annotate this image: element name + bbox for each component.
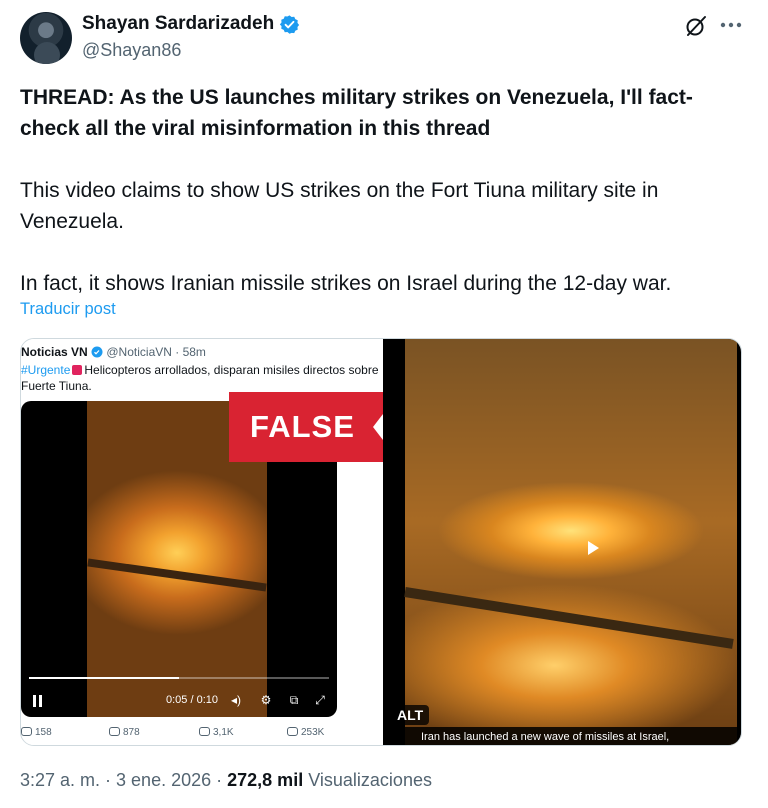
embed-replies-count: 158 [35, 727, 52, 738]
false-label-banner: FALSE [229, 392, 383, 462]
embed-reposts-count: 878 [123, 727, 140, 738]
embed-likes: 3,1K [199, 727, 234, 738]
embed-replies: 158 [21, 727, 52, 738]
embed-header: Noticias VN @NoticiaVN · 58m [21, 345, 206, 359]
embed-video-controls: 0:05 / 0:10 ◂) ⚙ ⧉ ⤢ [21, 673, 337, 717]
video-caption: Iran has launched a new wave of missiles… [383, 727, 741, 745]
settings-icon[interactable]: ⚙ [259, 693, 273, 707]
media-grid: Noticias VN @NoticiaVN · 58m #Urgente Hel… [20, 338, 742, 746]
reply-icon [21, 727, 32, 736]
fullscreen-icon[interactable]: ⤢ [313, 693, 327, 707]
tweet-text: THREAD: As the US launches military stri… [20, 82, 750, 299]
pip-icon[interactable]: ⧉ [287, 693, 301, 707]
video-time: 0:05 / 0:10 [166, 694, 218, 706]
video-progress-bar[interactable] [29, 677, 329, 679]
author-name[interactable]: Shayan Sardarizadeh [82, 13, 274, 35]
tweet-header: Shayan Sardarizadeh @Shayan86 [0, 0, 768, 80]
siren-icon [72, 365, 83, 375]
embedded-screenshot[interactable]: Noticias VN @NoticiaVN · 58m #Urgente Hel… [21, 339, 383, 745]
tweet-paragraph-claim: This video claims to show US strikes on … [20, 179, 659, 233]
volume-icon[interactable]: ◂) [229, 693, 243, 707]
embed-reposts: 878 [109, 727, 140, 738]
embed-handle-time: @NoticiaVN · 58m [106, 345, 206, 359]
video-player[interactable]: ALT Iran has launched a new wave of miss… [383, 339, 741, 745]
embed-hashtag: #Urgente [21, 363, 71, 377]
embed-author-name: Noticias VN [21, 345, 88, 359]
grok-icon[interactable] [684, 14, 708, 38]
alt-text-badge[interactable]: ALT [391, 705, 430, 725]
embed-text: #Urgente Helicopteros arrollados, dispara… [21, 362, 383, 394]
tweet-paragraph-fact: In fact, it shows Iranian missile strike… [20, 272, 672, 295]
views-icon [287, 727, 298, 736]
timestamp[interactable]: 3:27 a. m. · 3 ene. 2026 · [20, 770, 222, 790]
embed-verified-icon [91, 346, 103, 358]
tweet-meta: 3:27 a. m. · 3 ene. 2026 · 272,8 mil Vis… [20, 770, 432, 791]
embed-views-count: 253K [301, 727, 325, 738]
play-icon[interactable] [588, 541, 599, 555]
embed-stats: 158 878 3,1K 253K [21, 727, 383, 743]
repost-icon [109, 727, 120, 736]
views-count: 272,8 mil [227, 770, 304, 790]
tweet-paragraph-thread: THREAD: As the US launches military stri… [20, 86, 693, 140]
translate-post-link[interactable]: Traducir post [20, 300, 116, 319]
video-progress-fill [29, 677, 179, 679]
verified-badge-icon [279, 15, 300, 34]
views-label: Visualizaciones [308, 770, 432, 790]
like-icon [199, 727, 210, 736]
more-options-icon[interactable] [720, 22, 742, 28]
embed-likes-count: 3,1K [213, 727, 234, 738]
pause-icon[interactable] [33, 695, 43, 707]
video-frame [405, 339, 737, 745]
avatar[interactable] [20, 12, 72, 64]
embed-views: 253K [287, 727, 324, 738]
author-handle[interactable]: @Shayan86 [82, 40, 181, 61]
